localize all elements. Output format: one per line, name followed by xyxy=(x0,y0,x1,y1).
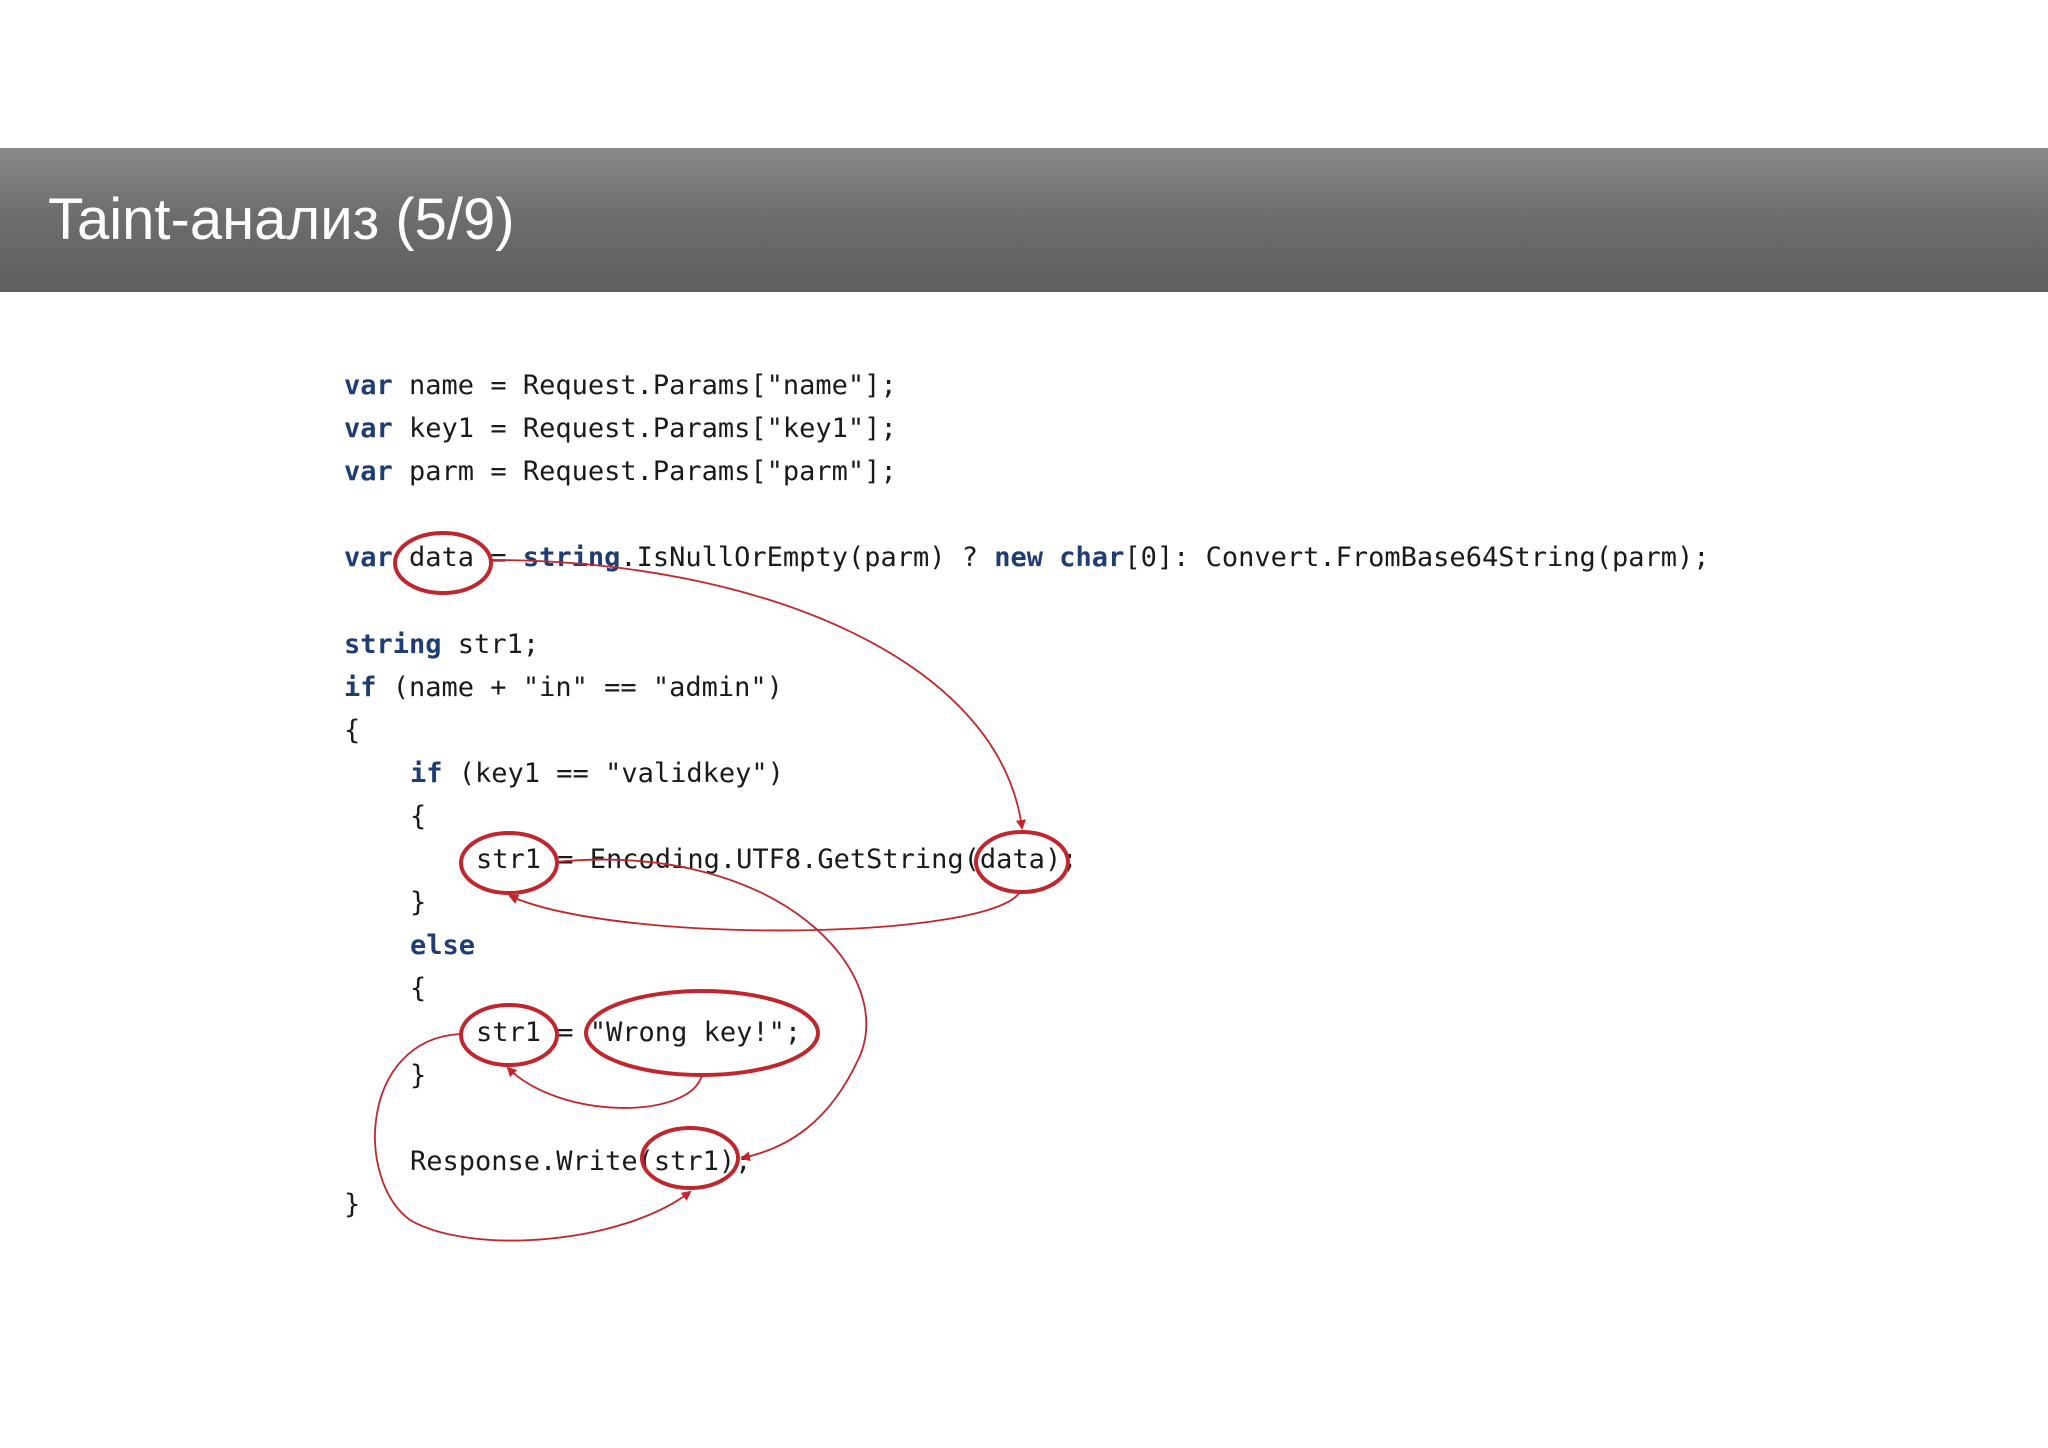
highlight-data-decl xyxy=(393,531,493,595)
highlight-str1-else xyxy=(459,1003,559,1067)
highlight-str1-assign xyxy=(459,831,559,895)
highlight-wrong-key xyxy=(584,989,820,1077)
flow-arrow-data-to-getstring xyxy=(489,559,1026,830)
highlight-data-arg xyxy=(974,830,1070,894)
flow-arrow-getstring-to-str1 xyxy=(508,891,1021,932)
flow-arrow-str1-to-write xyxy=(554,858,868,1162)
taint-flow-annotations xyxy=(374,531,1070,1242)
flow-arrow-str1-else-to-write xyxy=(374,1033,692,1242)
highlight-str1-write xyxy=(640,1126,740,1190)
